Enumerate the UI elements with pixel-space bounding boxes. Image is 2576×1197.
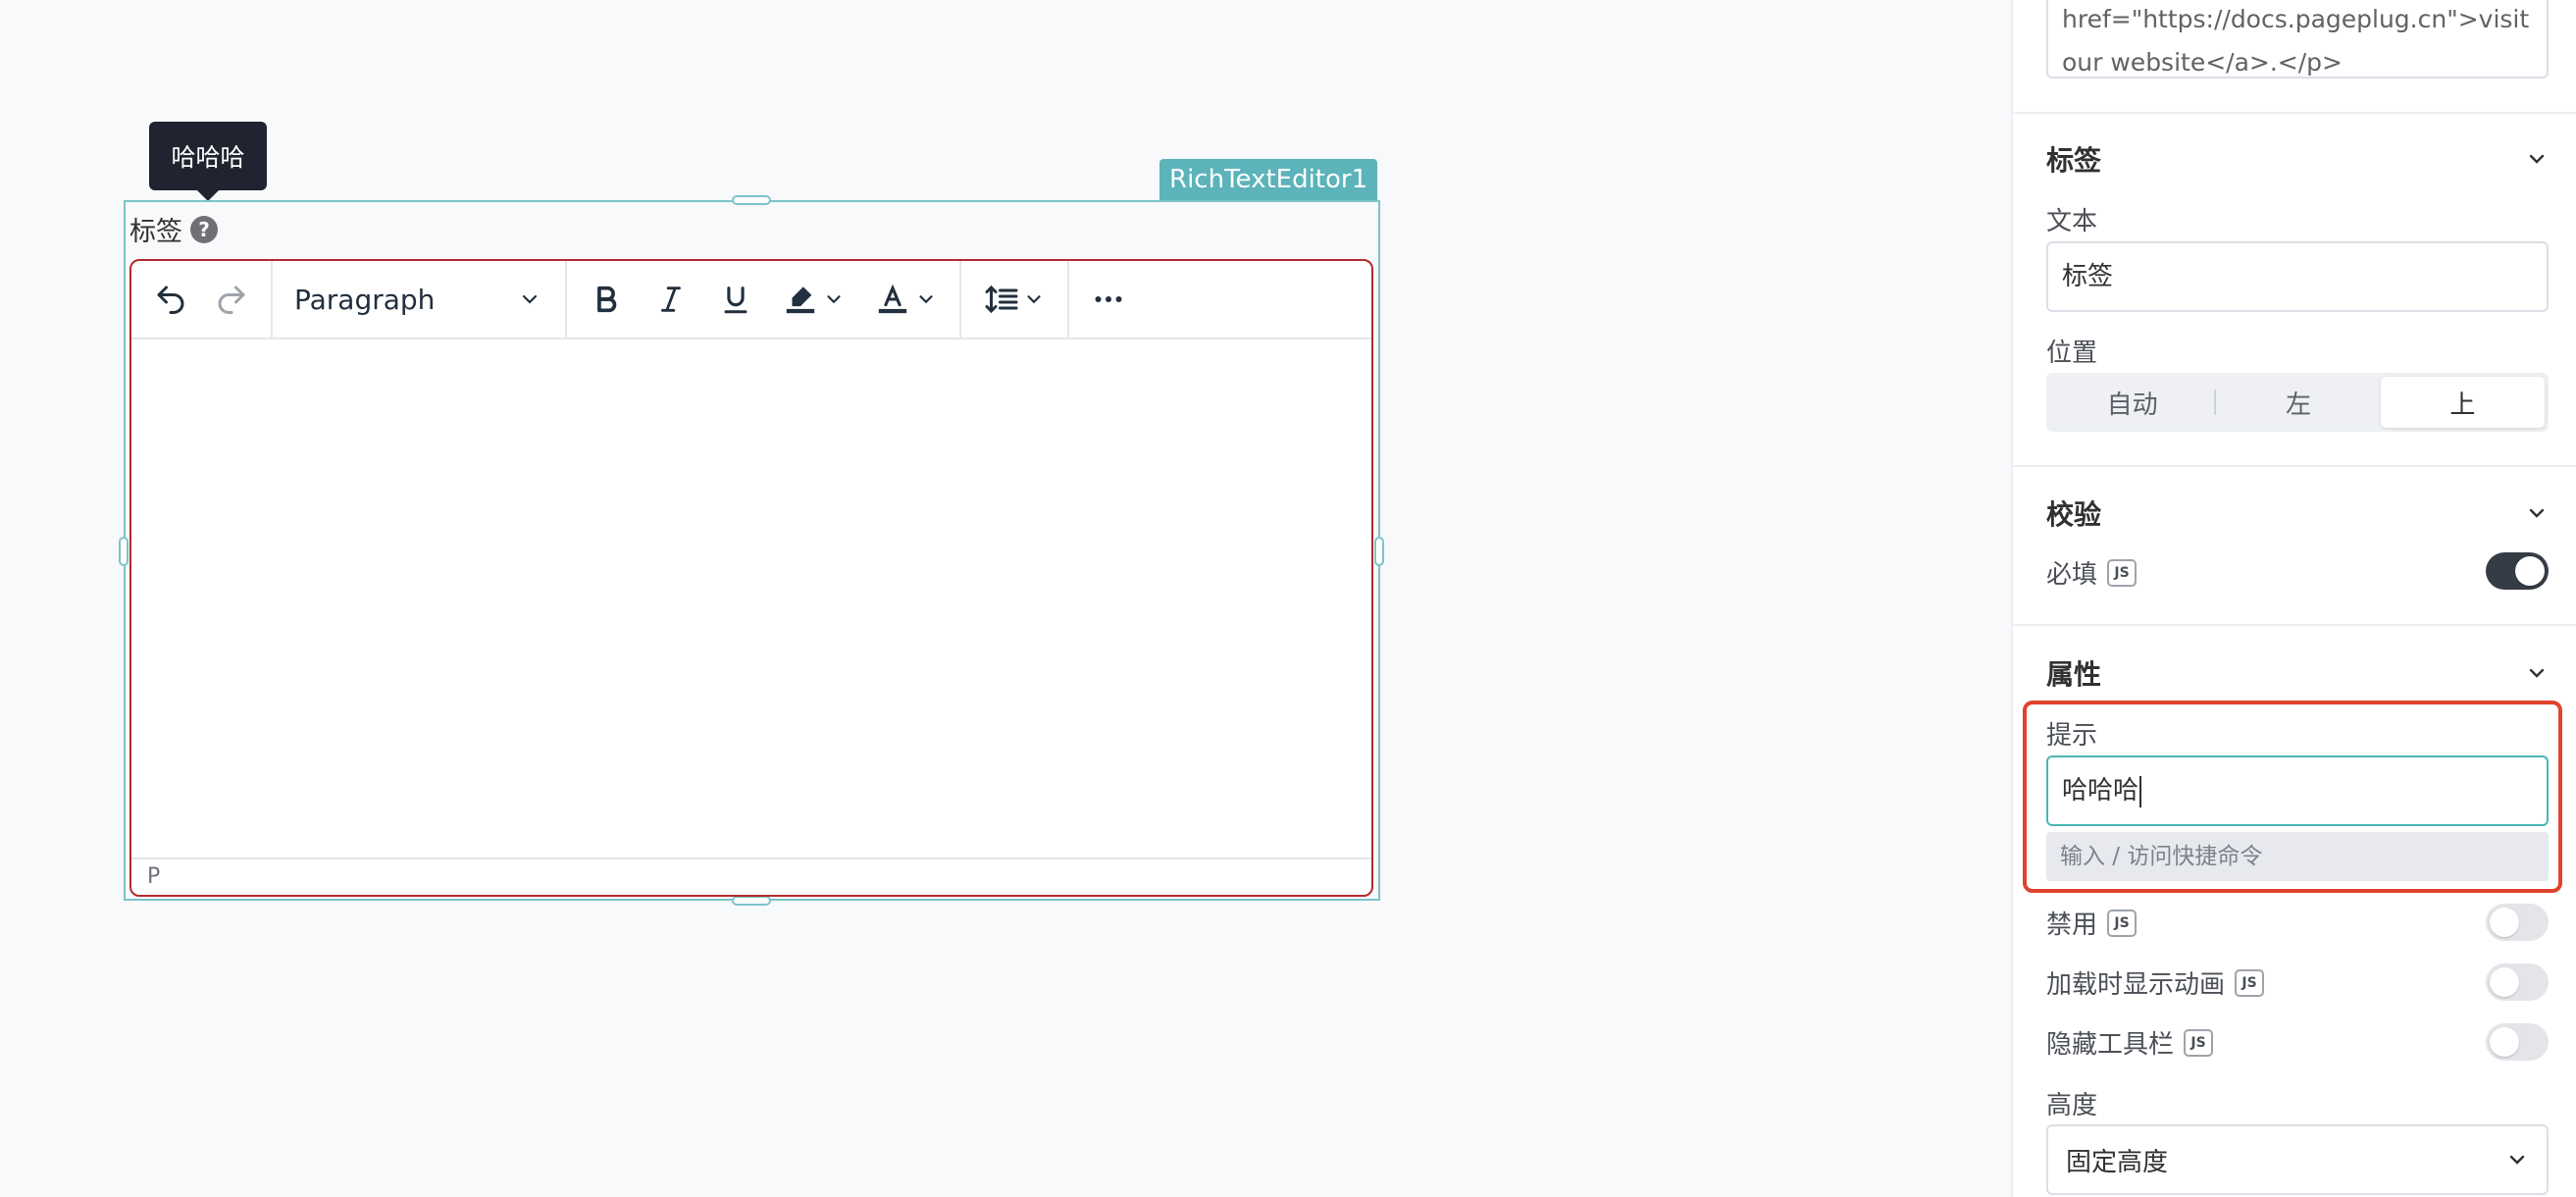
section-header-validation[interactable]: 校验 <box>2046 494 2549 533</box>
default-value-editor[interactable]: href="https://docs.pageplug.cn">visit ou… <box>2046 0 2549 78</box>
history-group <box>131 261 273 338</box>
required-toggle[interactable] <box>2486 552 2549 590</box>
tooltip-text: 哈哈哈 <box>171 143 245 172</box>
element-path[interactable]: P <box>147 864 160 889</box>
text-field-label: 文本 <box>2046 201 2097 237</box>
editor-statusbar: P <box>131 858 1371 895</box>
bold-icon[interactable] <box>581 274 632 325</box>
position-option-left[interactable]: 左 <box>2216 377 2380 428</box>
font-color-icon <box>878 284 907 314</box>
js-toggle-badge[interactable]: JS <box>2184 1028 2214 1057</box>
position-label-text: 位置 <box>2046 338 2098 368</box>
property-pane: href="https://docs.pageplug.cn">visit ou… <box>2011 0 2576 1197</box>
editor-label: 标签 ? <box>129 210 218 248</box>
chevron-down-icon <box>2529 154 2545 164</box>
font-color-button[interactable] <box>867 274 946 325</box>
disabled-label-text: 禁用 <box>2046 911 2098 940</box>
hide-toolbar-label-text: 隐藏工具栏 <box>2046 1030 2175 1060</box>
editor-toolbar: Paragraph <box>131 261 1371 339</box>
block-format-value: Paragraph <box>294 283 436 316</box>
section-divider <box>2013 112 2576 114</box>
position-label: 位置 <box>2046 333 2097 369</box>
editor-content-area[interactable] <box>131 339 1371 859</box>
default-value-line-2: our website</a>.</p> <box>2062 48 2343 77</box>
position-segmented-control: 自动 左 上 <box>2046 373 2549 432</box>
block-format-select[interactable]: Paragraph <box>286 274 551 325</box>
height-label-text: 高度 <box>2046 1091 2098 1120</box>
disabled-label: 禁用 JS <box>2046 905 2138 941</box>
chevron-down-icon <box>2509 1155 2525 1165</box>
hide-toolbar-toggle[interactable] <box>2486 1023 2549 1061</box>
highlight-color-button[interactable] <box>775 274 853 325</box>
chevron-down-icon <box>827 295 841 304</box>
format-group <box>567 261 961 338</box>
height-select[interactable]: 固定高度 <box>2046 1124 2549 1195</box>
chevron-down-icon <box>522 294 538 304</box>
default-value-line-1: href="https://docs.pageplug.cn">visit <box>2062 5 2530 33</box>
toggle-knob <box>2490 967 2519 997</box>
animate-loading-label-text: 加载时显示动画 <box>2046 970 2226 1000</box>
widget-name-tag[interactable]: RichTextEditor1 <box>1159 159 1378 200</box>
highlight-icon <box>786 286 815 314</box>
line-height-button[interactable] <box>975 274 1054 325</box>
editor-label-text: 标签 <box>129 217 182 247</box>
canvas: 哈哈哈 RichTextEditor1 标签 ? Paragraph P <box>0 0 1937 1197</box>
disabled-toggle[interactable] <box>2486 904 2549 941</box>
underline-icon[interactable] <box>710 274 761 325</box>
position-option-top[interactable]: 上 <box>2380 377 2545 428</box>
js-toggle-badge[interactable]: JS <box>2107 909 2138 937</box>
line-height-group <box>961 261 1069 338</box>
annotation-highlight-box <box>2023 701 2562 893</box>
toggle-knob <box>2490 908 2519 937</box>
italic-icon[interactable] <box>645 274 696 325</box>
chevron-down-icon <box>919 295 933 304</box>
section-divider <box>2013 624 2576 626</box>
animate-loading-toggle[interactable] <box>2486 963 2549 1001</box>
resize-handle-left[interactable] <box>119 537 129 566</box>
text-field-label-text: 文本 <box>2046 207 2098 236</box>
chevron-down-icon <box>1027 295 1041 304</box>
section-header-properties[interactable]: 属性 <box>2046 653 2549 693</box>
block-format-group: Paragraph <box>273 261 567 338</box>
required-label-text: 必填 <box>2046 560 2098 590</box>
rich-text-editor[interactable]: Paragraph P <box>129 259 1373 897</box>
tooltip: 哈哈哈 <box>149 122 267 201</box>
height-label: 高度 <box>2046 1085 2097 1121</box>
chevron-down-icon <box>2529 508 2545 518</box>
label-text-input[interactable]: 标签 <box>2046 241 2549 312</box>
redo-icon[interactable] <box>206 274 257 325</box>
required-label: 必填 JS <box>2046 554 2138 591</box>
height-select-value: 固定高度 <box>2066 1147 2169 1177</box>
more-icon[interactable] <box>1083 274 1134 325</box>
line-height-icon <box>985 285 1018 314</box>
hide-toolbar-label: 隐藏工具栏 JS <box>2046 1024 2214 1061</box>
chevron-down-icon <box>2529 668 2545 678</box>
section-header-label[interactable]: 标签 <box>2046 139 2549 179</box>
more-group <box>1069 261 1148 338</box>
undo-icon[interactable] <box>145 274 196 325</box>
animate-loading-label: 加载时显示动画 JS <box>2046 964 2265 1001</box>
resize-handle-right[interactable] <box>1374 537 1384 566</box>
section-title-properties: 属性 <box>2046 658 2102 691</box>
resize-handle-bottom[interactable] <box>732 896 771 906</box>
js-toggle-badge[interactable]: JS <box>2235 968 2265 997</box>
help-icon[interactable]: ? <box>190 215 218 243</box>
position-option-auto[interactable]: 自动 <box>2050 377 2214 428</box>
toggle-knob <box>2515 556 2545 586</box>
section-title-label: 标签 <box>2046 144 2102 177</box>
section-divider <box>2013 465 2576 467</box>
section-title-validation: 校验 <box>2046 498 2102 531</box>
resize-handle-top[interactable] <box>732 195 771 205</box>
toggle-knob <box>2490 1027 2519 1057</box>
label-text-value: 标签 <box>2062 262 2114 291</box>
js-toggle-badge[interactable]: JS <box>2107 558 2138 587</box>
